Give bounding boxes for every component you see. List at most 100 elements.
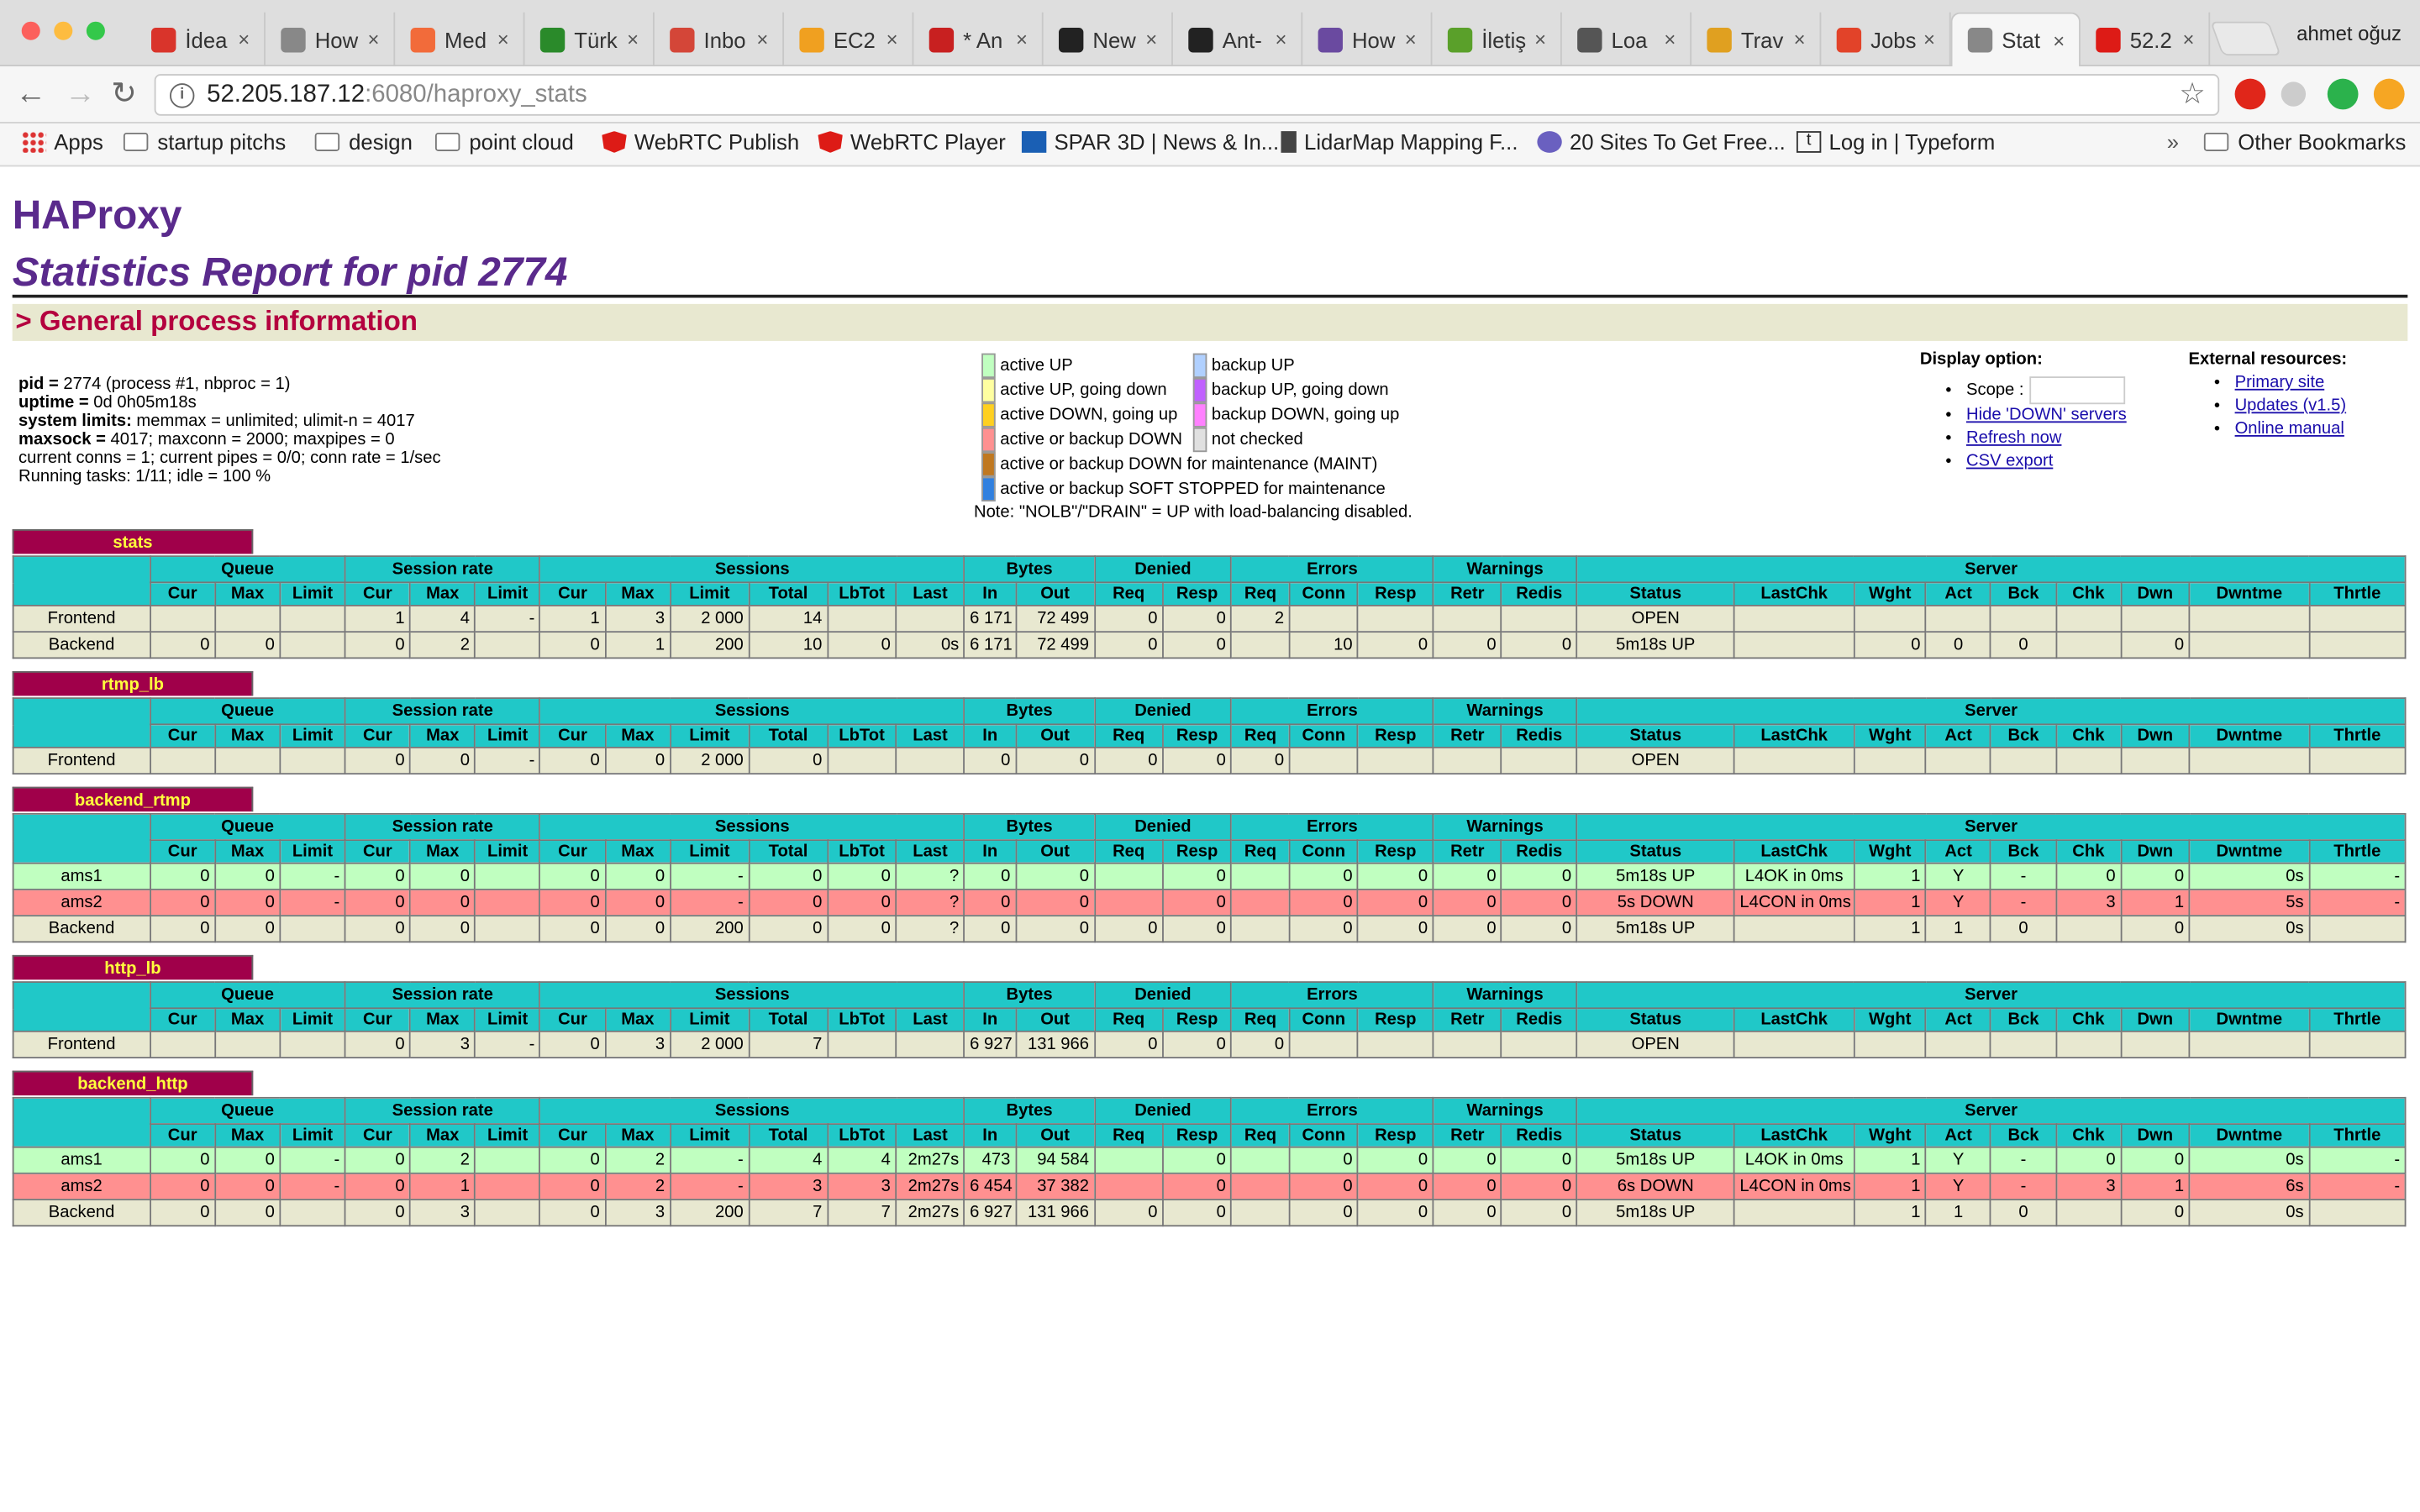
table-cell: 0 [2054,1146,2122,1174]
back-arrow-icon[interactable]: ← [15,79,46,110]
column-header: Max [604,839,671,864]
tab-7[interactable]: New × [1044,12,1173,66]
bookmark-8[interactable]: 20 Sites To Get Free... [1537,129,1786,155]
bookmark-3[interactable]: point cloud [434,129,574,155]
other-bookmarks[interactable]: Other Bookmarks [2203,129,2406,155]
table-cell: 0 [1990,1199,2057,1227]
proxy-name[interactable]: http_lb [12,954,254,980]
tab-close-icon[interactable]: × [1270,28,1292,51]
tab-close-icon[interactable]: × [751,28,773,51]
cell-value: 10 [802,635,823,654]
tab-13[interactable]: Jobs × [1821,12,1951,66]
bookmark-9[interactable]: t Log in | Typeform [1796,129,1995,155]
table-cell [2308,746,2407,775]
close-window-button[interactable] [21,21,40,40]
tab-4[interactable]: Inbo × [655,12,785,66]
proxy-name[interactable]: backend_rtmp [12,786,254,812]
row-name[interactable]: ams2 [12,1172,151,1200]
minimize-window-button[interactable] [54,21,73,40]
column-header: Out [1014,723,1096,748]
cell-value: 0 [881,919,891,938]
tab-close-icon[interactable]: × [2178,28,2200,51]
tab-close-icon[interactable]: × [1529,28,1551,51]
row-name[interactable]: Frontend [12,1030,151,1059]
bookmark-star-icon[interactable]: ☆ [2179,77,2205,113]
table-cell: 0 [149,1172,216,1200]
forward-arrow-icon[interactable]: → [65,79,96,110]
row-name[interactable]: Backend [12,915,151,943]
cell-value: 0 [813,919,823,938]
tab-close-icon[interactable]: × [1400,28,1422,51]
scope-input[interactable] [2029,376,2126,405]
tab-11[interactable]: Loa × [1562,12,1692,66]
csv-export-link[interactable]: CSV export [1966,452,2053,470]
tab-8[interactable]: Ant- × [1173,12,1303,66]
proxy-name[interactable]: stats [12,529,254,554]
tab-close-icon[interactable]: × [1659,28,1681,51]
tab-2[interactable]: Med × [395,12,525,66]
tab-15[interactable]: 52.2 × [2081,12,2211,66]
new-tab-button[interactable] [2210,21,2281,56]
info-icon[interactable]: i [170,82,195,108]
row-name[interactable]: ams1 [12,1146,151,1174]
table-cell: L4CON in 0ms [1733,888,1855,917]
reload-icon[interactable]: ↻ [111,79,137,110]
tab-close-icon[interactable]: × [1789,28,1811,51]
tab-10[interactable]: İletiş × [1432,12,1562,66]
row-name[interactable]: ams2 [12,888,151,917]
tab-close-icon[interactable]: × [1011,28,1033,51]
tabs: İdea × How × Med × Türk × Inbo × EC2 × * An × New × Ant-… [136,12,2211,66]
proxy-name[interactable]: rtmp_lb [12,670,254,696]
tab-close-icon[interactable]: × [622,28,644,51]
table-cell [1733,605,1855,633]
bookmark-5[interactable]: WebRTC Player [818,129,1006,155]
tab-9[interactable]: How × [1302,12,1433,66]
row-name[interactable]: ams1 [12,862,151,890]
tab-6[interactable]: * An × [913,12,1044,66]
bookmarks-more-icon[interactable]: » [2167,129,2179,154]
table-cell: 0 [1357,1146,1434,1174]
tab-close-icon[interactable]: × [2048,29,2070,52]
proxy-name[interactable]: backend_http [12,1070,254,1096]
updates-link[interactable]: Updates (v1.5) [2235,396,2347,415]
table-cell: 5s DOWN [1576,888,1735,917]
bookmark-6[interactable]: SPAR 3D | News & In... [1021,129,1279,155]
tab-14[interactable]: Stat × [1950,12,2081,66]
column-header: Max [213,839,281,864]
row-name[interactable]: Frontend [12,746,151,775]
bookmark-1[interactable]: startup pitchs [123,129,286,155]
tab-close-icon[interactable]: × [1918,28,1940,51]
tab-12[interactable]: Trav × [1691,12,1822,66]
tab-close-icon[interactable]: × [881,28,903,51]
profile-name[interactable]: ahmet oğuz [2296,22,2402,45]
tab-label: Jobs [1870,27,1917,52]
hide-down-servers-link[interactable]: Hide 'DOWN' servers [1966,406,2127,424]
bookmark-7[interactable]: LidarMap Mapping F... [1281,129,1518,155]
bookmark-4[interactable]: WebRTC Publish [602,129,799,155]
row-name[interactable]: Frontend [12,605,151,633]
tab-close-icon[interactable]: × [1140,28,1162,51]
grey-extension-icon[interactable] [2281,81,2307,107]
tab-5[interactable]: EC2 × [784,12,914,66]
opera-extension-icon[interactable] [2234,78,2266,110]
bookmark-2[interactable]: design [314,129,413,155]
tab-close-icon[interactable]: × [363,28,385,51]
tab-close-icon[interactable]: × [233,28,255,51]
address-bar[interactable]: i 52.205.187.12:6080/haproxy_stats ☆ [154,74,2220,116]
tab-0[interactable]: İdea × [136,12,266,66]
refresh-now-link[interactable]: Refresh now [1966,429,2061,448]
row-name[interactable]: Backend [12,1199,151,1227]
green-extension-icon[interactable] [2327,78,2359,110]
bookmark-0[interactable]: Apps [21,129,103,155]
primary-site-link[interactable]: Primary site [2235,373,2325,391]
tab-1[interactable]: How × [266,12,396,66]
orange-extension-icon[interactable] [2373,78,2405,110]
column-header: Bck [1990,839,2057,864]
cell-value: 3 [881,1177,891,1196]
tab-close-icon[interactable]: × [492,28,514,51]
maximize-window-button[interactable] [86,21,105,40]
row-name[interactable]: Backend [12,631,151,659]
online-manual-link[interactable]: Online manual [2235,420,2344,438]
table-cell: 0 [539,746,607,775]
tab-3[interactable]: Türk × [524,12,655,66]
